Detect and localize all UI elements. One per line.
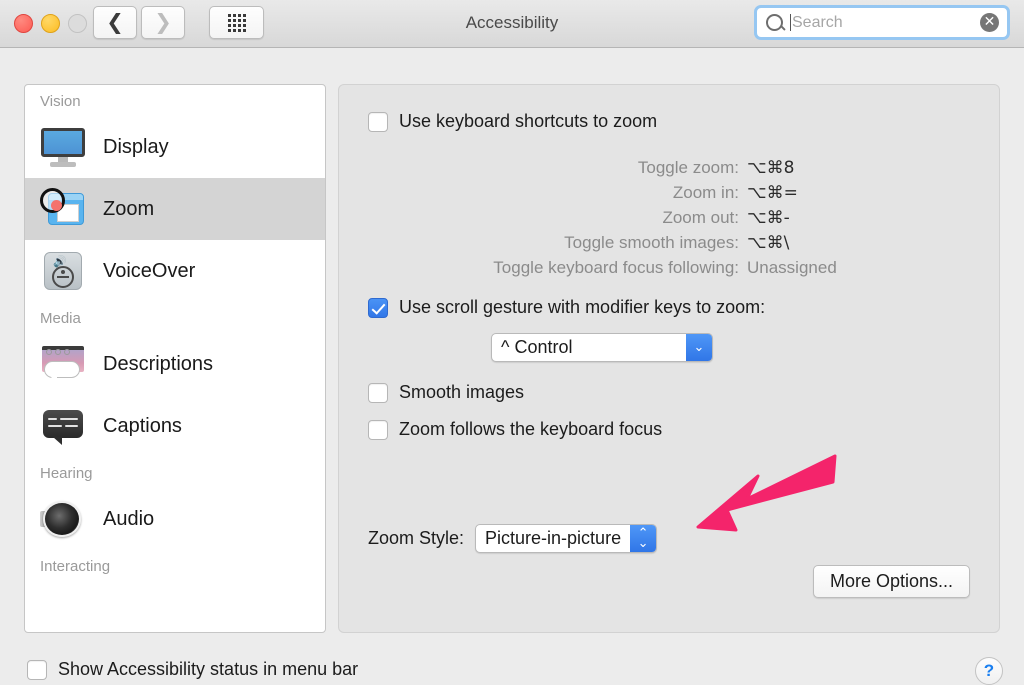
zoom-style-row: Zoom Style: Picture-in-picture ⌃ ⌄ [368,524,658,553]
help-button[interactable]: ? [975,657,1003,685]
sidebar-item-zoom[interactable]: Zoom [25,178,325,240]
audio-speaker-icon [40,498,86,540]
shortcut-label: Toggle smooth images: [564,232,739,252]
sidebar-item-label: Audio [103,507,155,530]
sidebar-group-vision: Vision [40,93,81,110]
accessibility-feature-list[interactable]: Vision Display Zoom 🔊 VoiceOver Media De… [24,84,326,633]
chevron-down-icon: ⌄ [637,535,649,551]
sidebar-item-label: Display [103,135,169,158]
sidebar-group-interacting: Interacting [40,558,111,575]
chevron-down-icon[interactable]: ⌄ [686,334,712,361]
voiceover-icon: 🔊 [40,250,86,292]
use-keyboard-shortcuts-row[interactable]: Use keyboard shortcuts to zoom [368,111,657,132]
zoom-follows-keyboard-focus-row[interactable]: Zoom follows the keyboard focus [368,419,662,440]
sidebar-item-label: VoiceOver [103,259,196,282]
shortcut-label: Zoom out: [662,207,739,227]
use-scroll-gesture-row[interactable]: Use scroll gesture with modifier keys to… [368,297,765,318]
modifier-key-popup[interactable]: ^ Control ⌄ [491,333,713,362]
zoom-style-popup[interactable]: Picture-in-picture ⌃ ⌄ [475,524,658,553]
shortcut-value: Unassigned [747,257,837,277]
display-monitor-icon [40,126,86,168]
search-input[interactable]: Search [792,14,980,31]
sidebar-item-display[interactable]: Display [25,116,325,178]
shortcut-row-zoom-out: Zoom out: ⌥⌘- [339,205,999,230]
shortcut-value: ⌥⌘8 [747,157,795,178]
use-keyboard-shortcuts-label: Use keyboard shortcuts to zoom [399,111,658,131]
shortcut-label: Toggle zoom: [637,157,739,177]
keyboard-shortcut-list: Toggle zoom: ⌥⌘8 Zoom in: ⌥⌘= Zoom out: … [339,155,999,280]
sidebar-group-media: Media [40,310,81,327]
search-icon [766,14,783,31]
smooth-images-checkbox[interactable] [368,382,388,403]
shortcut-value: ⌥⌘\ [747,232,790,253]
zoom-magnifier-icon [40,188,86,230]
shortcut-row-toggle-keyboard-focus-following: Toggle keyboard focus following: Unassig… [339,255,999,280]
sidebar-item-captions[interactable]: Captions [25,395,325,457]
shortcut-row-toggle-zoom: Toggle zoom: ⌥⌘8 [339,155,999,180]
show-status-menu-bar-row[interactable]: Show Accessibility status in menu bar [27,659,358,680]
shortcut-label: Zoom in: [672,182,739,202]
shortcut-value: ⌥⌘= [747,182,798,203]
text-cursor [790,14,791,31]
shortcut-value: ⌥⌘- [747,207,790,228]
search-field[interactable]: Search ✕ [754,5,1010,40]
window-title-bar: ❮ ❯ Accessibility Search ✕ [0,0,1024,48]
shortcut-row-zoom-in: Zoom in: ⌥⌘= [339,180,999,205]
zoom-style-label: Zoom Style: [368,528,465,548]
use-keyboard-shortcuts-checkbox[interactable] [368,111,388,132]
modifier-key-value: ^ Control [501,337,573,357]
sidebar-group-hearing: Hearing [40,465,93,482]
zoom-follows-keyboard-focus-label: Zoom follows the keyboard focus [399,419,663,439]
smooth-images-row[interactable]: Smooth images [368,382,524,403]
descriptions-icon [40,343,86,385]
sidebar-item-label: Captions [103,414,182,437]
sidebar-item-label: Descriptions [103,352,214,375]
zoom-follows-keyboard-focus-checkbox[interactable] [368,419,388,440]
show-accessibility-status-label: Show Accessibility status in menu bar [58,659,359,679]
sidebar-item-descriptions[interactable]: Descriptions [25,333,325,395]
clear-search-icon[interactable]: ✕ [980,13,999,32]
preferences-body: Vision Display Zoom 🔊 VoiceOver Media De… [0,48,1024,685]
zoom-settings-panel: Use keyboard shortcuts to zoom Toggle zo… [338,84,1000,633]
show-accessibility-status-checkbox[interactable] [27,659,47,680]
more-options-button[interactable]: More Options... [812,565,970,598]
use-scroll-gesture-label: Use scroll gesture with modifier keys to… [399,297,766,317]
sidebar-item-voiceover[interactable]: 🔊 VoiceOver [25,240,325,302]
sidebar-item-label: Zoom [103,197,155,220]
sidebar-item-audio[interactable]: Audio [25,488,325,550]
shortcut-label: Toggle keyboard focus following: [493,257,739,277]
captions-icon [40,405,86,447]
smooth-images-label: Smooth images [399,382,525,402]
zoom-style-value: Picture-in-picture [485,528,622,548]
shortcut-row-toggle-smooth-images: Toggle smooth images: ⌥⌘\ [339,230,999,255]
use-scroll-gesture-checkbox[interactable] [368,297,388,318]
stepper-chevrons-icon[interactable]: ⌃ ⌄ [630,525,657,552]
